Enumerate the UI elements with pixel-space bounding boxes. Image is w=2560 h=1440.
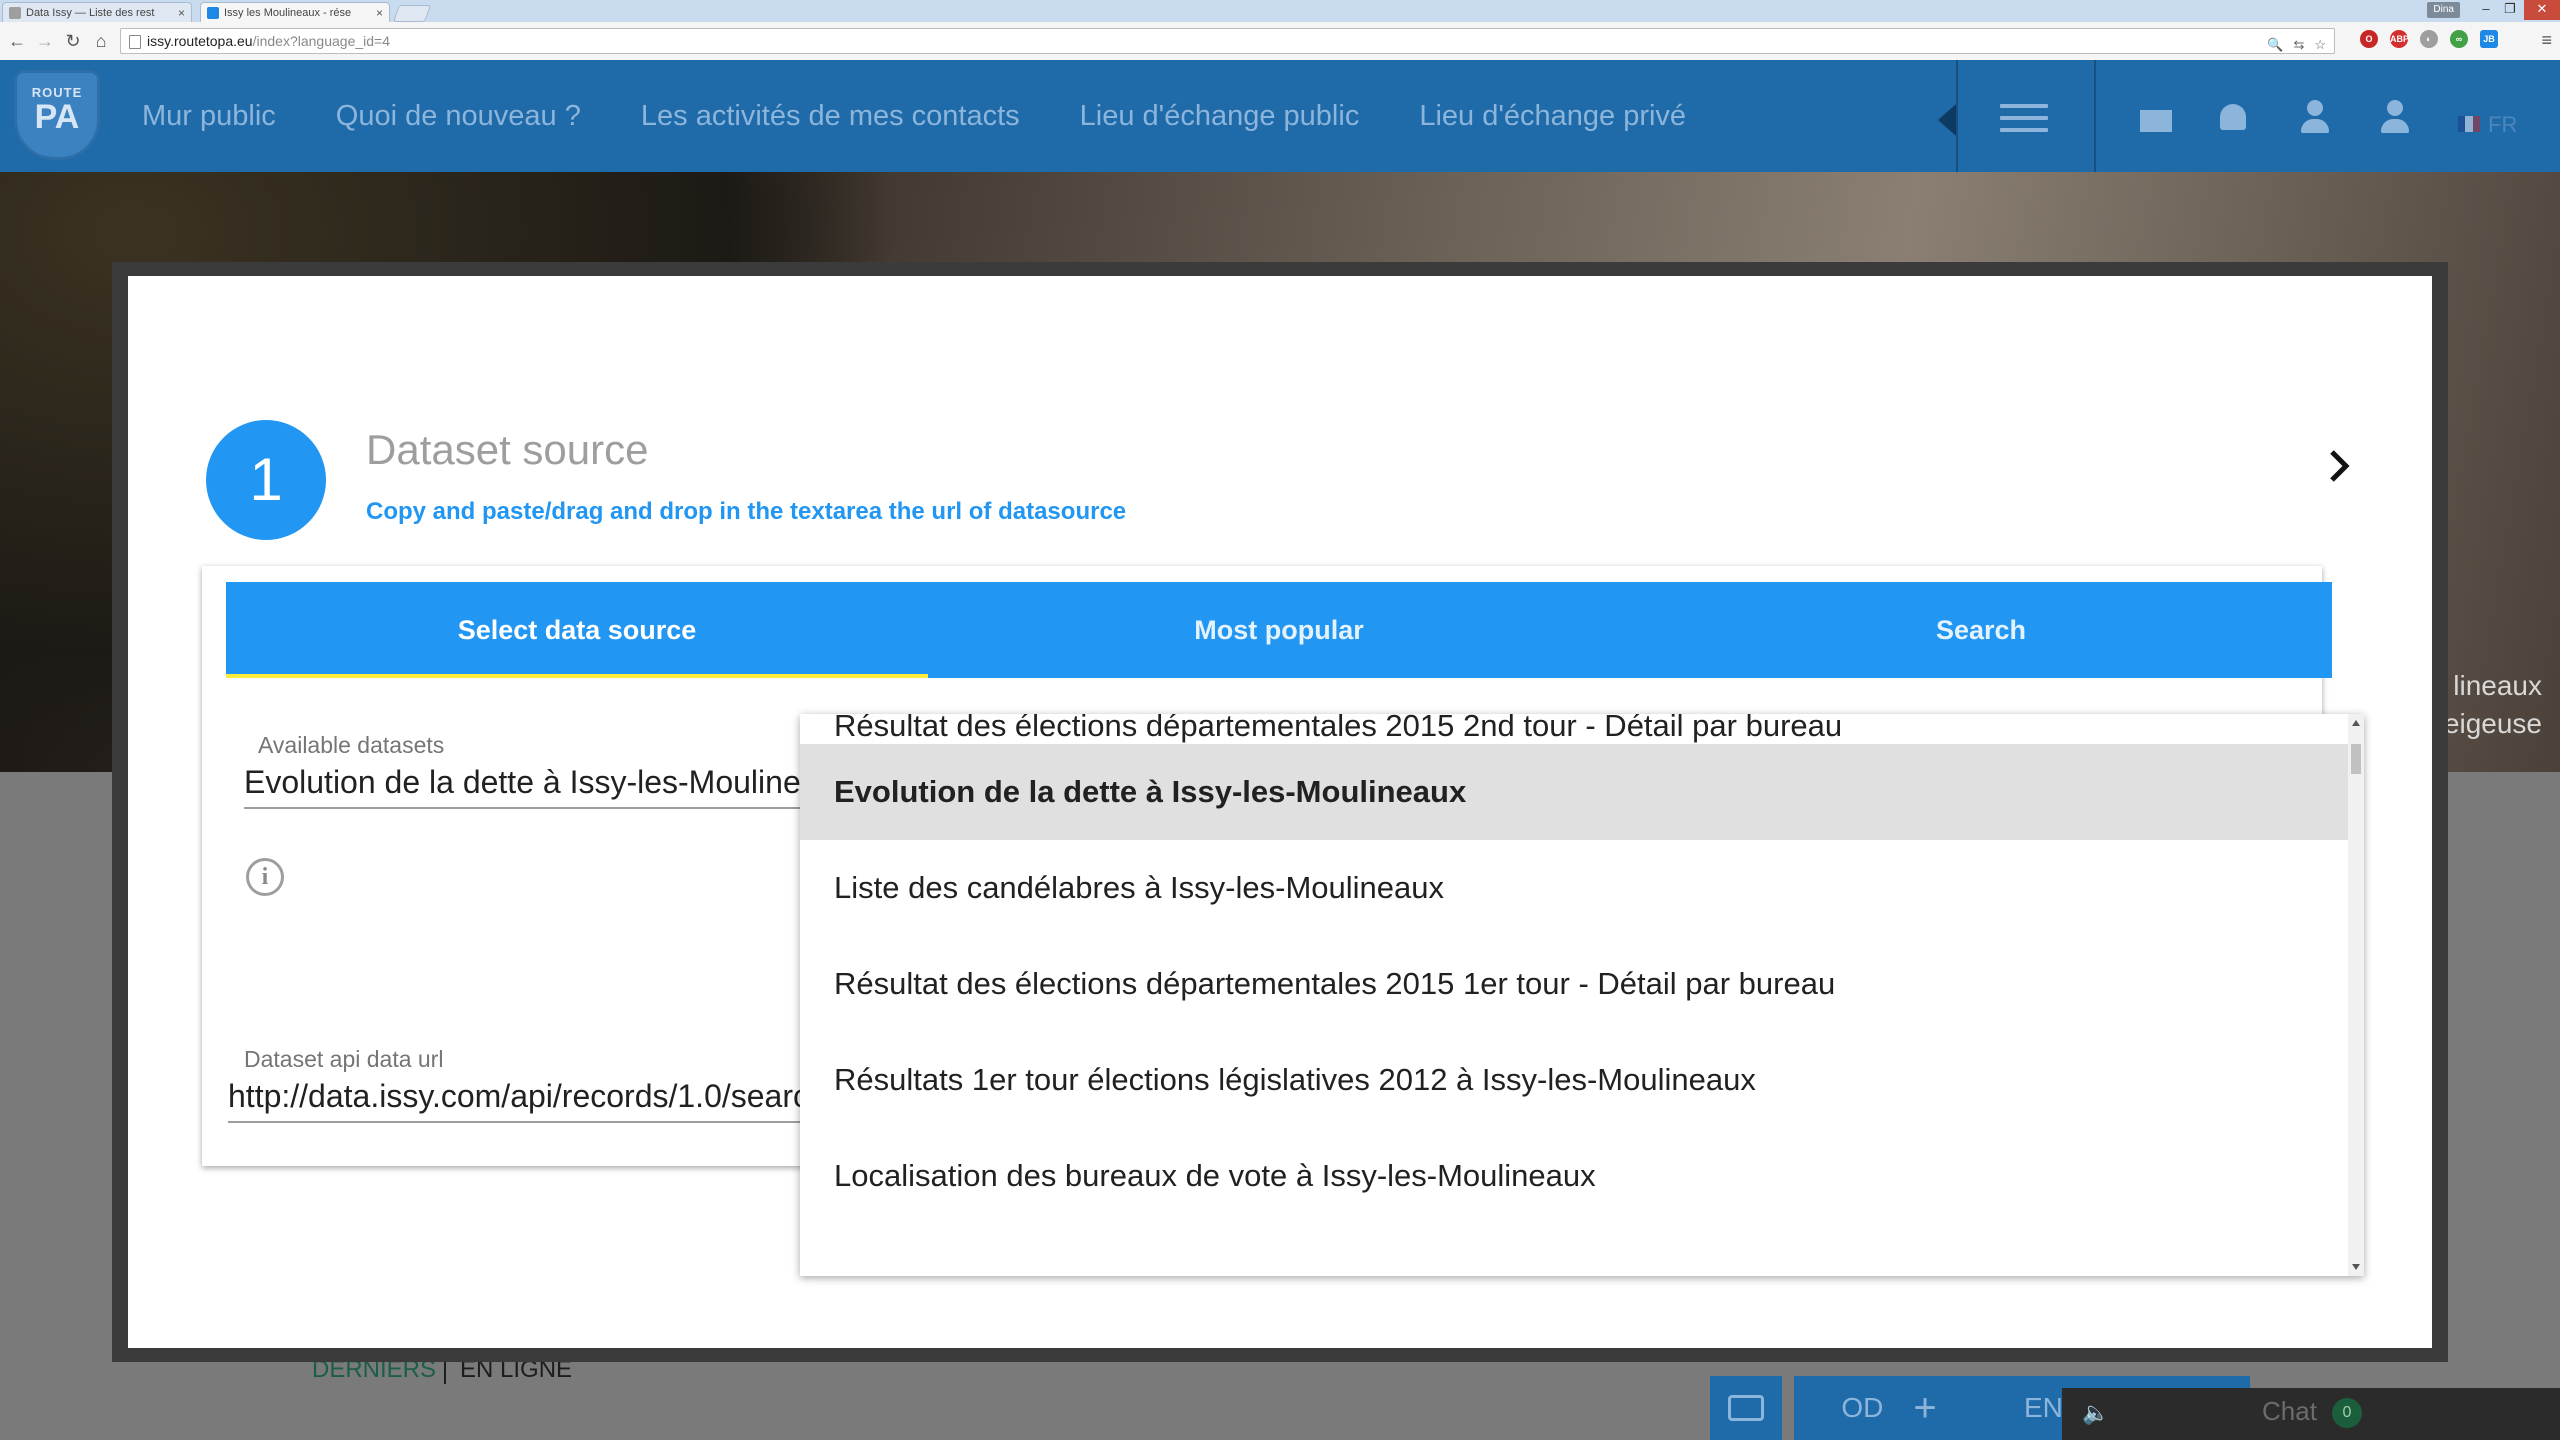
url-host: issy.routetopa.eu (147, 33, 253, 49)
hero-text-line: eigeuse (2443, 708, 2542, 739)
site-header: ROUTE PA Mur public Quoi de nouveau ? Le… (0, 60, 2560, 172)
logo-main-text: PA (34, 98, 80, 136)
header-divider (2094, 60, 2096, 172)
available-datasets-label: Available datasets (258, 732, 445, 758)
dataset-url-input[interactable]: http://data.issy.com/api/records/1.0/sea… (228, 1078, 808, 1123)
profile-icon[interactable] (2380, 100, 2410, 134)
step-title: Dataset source (366, 426, 649, 473)
datasets-dropdown: Résultat des élections départementales 2… (800, 714, 2364, 1276)
camera-button[interactable] (1710, 1376, 1782, 1440)
chat-count-badge: 0 (2332, 1398, 2362, 1428)
nav-mur-public[interactable]: Mur public (142, 100, 276, 133)
site-favicon-icon (207, 6, 219, 19)
url-input[interactable]: issy.routetopa.eu/index?language_id=4 🔍 … (120, 28, 2335, 54)
restore-icon[interactable]: ❐ (2498, 0, 2522, 20)
language-selector[interactable]: FR (2488, 112, 2517, 138)
back-icon[interactable]: ← (6, 30, 28, 52)
dataset-wizard-modal: 1 Dataset source Copy and paste/drag and… (128, 276, 2432, 1348)
window-close-icon[interactable]: ✕ (2524, 0, 2560, 20)
notification-bell-icon[interactable] (2220, 104, 2246, 130)
available-datasets-select[interactable]: Evolution de la dette à Issy-les-Mouline… (244, 764, 804, 809)
browser-tab-data-issy[interactable]: Data Issy — Liste des rest × (2, 2, 192, 22)
tab-most-popular[interactable]: Most popular (928, 582, 1630, 678)
browser-menu-icon[interactable]: ≡ (2541, 31, 2552, 49)
chat-bar[interactable]: 🔈 Chat 0 (2062, 1388, 2560, 1440)
french-flag-icon[interactable] (2458, 116, 2480, 132)
reload-icon[interactable]: ↻ (62, 30, 84, 52)
chat-label: Chat (2262, 1396, 2317, 1426)
profile-badge[interactable]: Dina (2427, 2, 2460, 18)
camera-icon (1728, 1395, 1764, 1421)
en-label: EN (2024, 1392, 2063, 1423)
browser-tab-strip: Data Issy — Liste des rest × Issy les Mo… (0, 0, 2560, 23)
dropdown-option[interactable]: Localisation des bureaux de vote à Issy-… (800, 1128, 2348, 1224)
dataset-url-label: Dataset api data url (244, 1046, 444, 1072)
dropdown-option[interactable]: Résultats 1er tour élections législative… (800, 1032, 2348, 1128)
main-nav: Mur public Quoi de nouveau ? Les activit… (142, 60, 1746, 172)
zoom-icon[interactable]: 🔍 (2267, 33, 2283, 57)
collapse-arrow-icon[interactable] (1938, 104, 1956, 136)
dropdown-scrollbar[interactable] (2348, 714, 2364, 1276)
browser-tab-issy[interactable]: Issy les Moulineaux - rése × (200, 2, 390, 22)
hero-text-line: lineaux (2453, 670, 2542, 701)
step-number-badge: 1 (206, 420, 326, 540)
site-logo[interactable]: ROUTE PA (14, 70, 100, 160)
shield-extension-icon[interactable]: ◐ (2420, 30, 2438, 48)
close-icon[interactable]: × (178, 6, 185, 20)
document-icon (9, 6, 21, 19)
tab-title: Data Issy — Liste des rest (26, 6, 155, 19)
tampermonkey-icon[interactable]: ∞ (2450, 30, 2468, 48)
close-icon[interactable]: × (376, 6, 383, 20)
dropdown-option[interactable]: Résultat des élections départementales 2… (800, 714, 2348, 744)
nav-activites-contacts[interactable]: Les activités de mes contacts (641, 100, 1020, 133)
step-subtitle: Copy and paste/drag and drop in the text… (366, 498, 1127, 525)
nav-quoi-de-neuf[interactable]: Quoi de nouveau ? (336, 100, 581, 133)
new-tab-button[interactable] (392, 5, 432, 22)
bookmark-star-icon[interactable]: ☆ (2314, 33, 2326, 57)
jb-extension-icon[interactable]: JB (2480, 30, 2498, 48)
chevron-right-icon[interactable] (2320, 446, 2360, 486)
nav-echange-prive[interactable]: Lieu d'échange privé (1419, 100, 1686, 133)
page-icon (129, 35, 141, 49)
translate-icon[interactable]: ⇆ (2293, 33, 2304, 57)
scroll-down-icon[interactable] (2352, 1264, 2360, 1270)
minimize-icon[interactable]: – (2474, 0, 2498, 20)
dropdown-option-selected[interactable]: Evolution de la dette à Issy-les-Mouline… (800, 744, 2348, 840)
address-bar: ← → ↻ ⌂ issy.routetopa.eu/index?language… (0, 22, 2560, 61)
hamburger-menu-icon[interactable] (2000, 104, 2048, 140)
tab-title: Issy les Moulineaux - rése (224, 6, 352, 19)
mail-icon[interactable] (2140, 110, 2172, 132)
opera-extension-icon[interactable]: O (2360, 30, 2378, 48)
plus-icon: + (1913, 1385, 1937, 1430)
source-tabs: Select data source Most popular Search (226, 582, 2332, 678)
info-icon[interactable]: i (246, 858, 284, 896)
scrollbar-thumb[interactable] (2351, 744, 2361, 774)
home-icon[interactable]: ⌂ (90, 30, 112, 52)
scroll-up-icon[interactable] (2352, 720, 2360, 726)
forward-icon[interactable]: → (34, 30, 56, 52)
speaker-icon: 🔈 (2082, 1400, 2110, 1425)
nav-echange-public[interactable]: Lieu d'échange public (1080, 100, 1360, 133)
dropdown-option[interactable]: Liste des candélabres à Issy-les-Mouline… (800, 840, 2348, 936)
dropdown-option[interactable]: Résultat des élections départementales 2… (800, 936, 2348, 1032)
od-label: OD (1841, 1392, 1884, 1423)
tab-search[interactable]: Search (1630, 582, 2332, 678)
adblock-icon[interactable]: ABP (2390, 30, 2409, 48)
od-add-button[interactable]: OD + (1794, 1376, 1984, 1440)
tab-select-data-source[interactable]: Select data source (226, 582, 928, 678)
url-path: /index?language_id=4 (252, 33, 390, 49)
header-divider (1956, 60, 1958, 172)
user-icon[interactable] (2300, 100, 2330, 134)
